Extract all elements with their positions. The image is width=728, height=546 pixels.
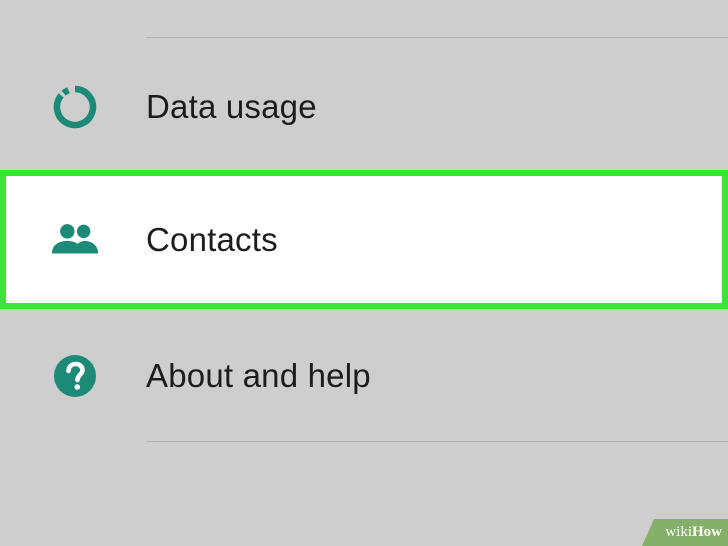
menu-item-data-usage[interactable]: Data usage	[0, 39, 728, 175]
menu-item-label: Data usage	[146, 88, 317, 125]
bottom-divider	[146, 441, 728, 442]
help-icon	[50, 351, 100, 401]
menu-item-label: About and help	[146, 357, 371, 394]
menu-item-about-and-help[interactable]: About and help	[0, 308, 728, 444]
watermark-prefix: wiki	[665, 524, 692, 540]
top-divider	[146, 37, 728, 38]
data-usage-icon	[50, 82, 100, 132]
menu-item-contacts[interactable]: Contacts	[0, 170, 728, 309]
watermark-suffix: How	[692, 524, 722, 540]
contacts-icon	[50, 215, 100, 265]
menu-item-label: Contacts	[146, 221, 278, 258]
wikihow-watermark: wiki How	[642, 519, 728, 546]
